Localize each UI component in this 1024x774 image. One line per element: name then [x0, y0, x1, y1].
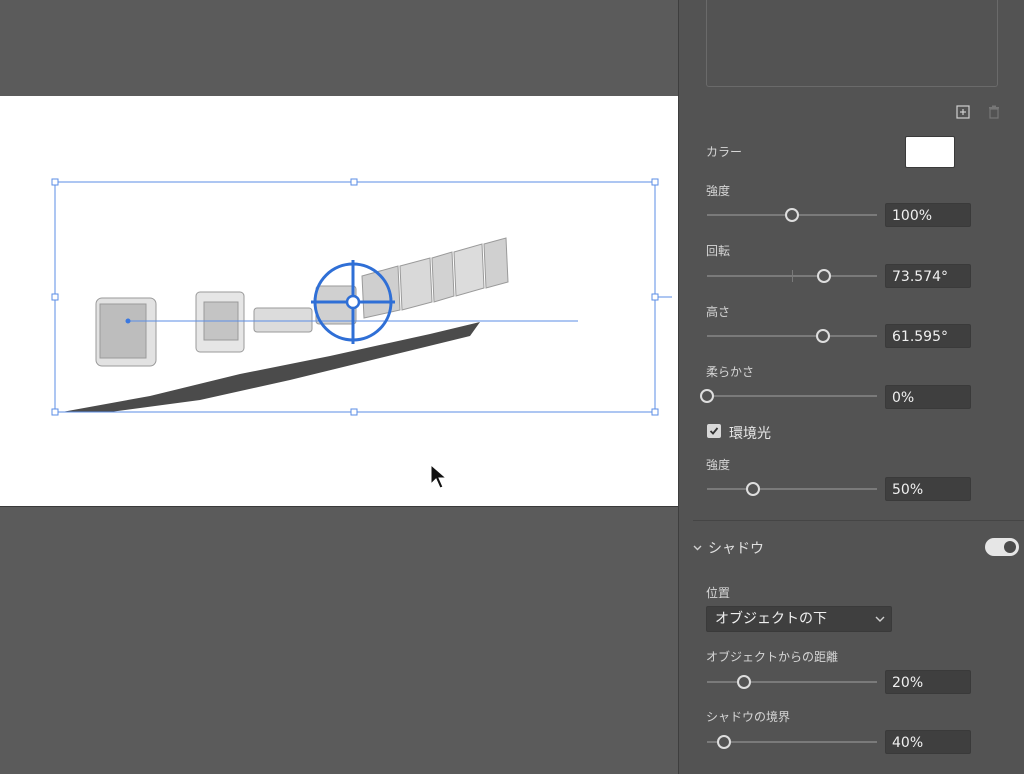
rotation-slider[interactable] — [707, 269, 877, 283]
checkmark-icon — [709, 427, 719, 435]
shadow-position-select[interactable]: オブジェクトの下 — [706, 606, 892, 632]
mouse-cursor-icon — [430, 464, 448, 489]
shadow-distance-label: オブジェクトからの距離 — [706, 650, 839, 664]
intensity-slider[interactable] — [707, 208, 877, 222]
shadow-position-label: 位置 — [706, 586, 731, 600]
properties-panel: カラー 強度 100% 回転 73.574° 高さ 61.595° 柔らかさ 0… — [678, 0, 1024, 774]
ambient-intensity-value[interactable]: 50% — [885, 477, 971, 501]
intensity-label: 強度 — [706, 184, 731, 198]
rotation-label: 回転 — [706, 244, 731, 258]
artwork-3d-text[interactable] — [0, 96, 678, 506]
shadow-distance-slider[interactable] — [707, 675, 877, 689]
ambient-light-checkbox[interactable] — [707, 424, 721, 438]
intensity-value[interactable]: 100% — [885, 203, 971, 227]
artboard[interactable] — [0, 96, 678, 507]
shadow-position-value: オブジェクトの下 — [715, 611, 827, 627]
ambient-intensity-label: 強度 — [706, 458, 731, 472]
section-divider — [693, 520, 1024, 521]
softness-slider[interactable] — [700, 389, 877, 403]
shadow-section-header[interactable]: シャドウ — [693, 538, 764, 558]
shadow-boundary-slider[interactable] — [707, 735, 877, 749]
light-preset-box[interactable] — [706, 0, 998, 87]
rotation-value[interactable]: 73.574° — [885, 264, 971, 288]
artwork-letters — [95, 237, 509, 367]
shadow-boundary-label: シャドウの境界 — [706, 710, 791, 724]
height-value[interactable]: 61.595° — [885, 324, 971, 348]
chevron-down-icon — [875, 616, 885, 622]
height-slider[interactable] — [707, 329, 877, 343]
height-label: 高さ — [706, 305, 731, 319]
softness-value[interactable]: 0% — [885, 385, 971, 409]
chevron-down-icon — [693, 545, 702, 551]
ambient-intensity-slider[interactable] — [707, 482, 877, 496]
color-swatch[interactable] — [905, 136, 955, 168]
color-label: カラー — [706, 145, 743, 159]
add-light-icon[interactable] — [955, 104, 971, 120]
softness-label: 柔らかさ — [706, 365, 755, 379]
shadow-distance-value[interactable]: 20% — [885, 670, 971, 694]
shadow-toggle[interactable] — [985, 538, 1019, 556]
shadow-boundary-value[interactable]: 40% — [885, 730, 971, 754]
ambient-light-label[interactable]: 環境光 — [729, 423, 771, 443]
trash-icon[interactable] — [986, 104, 1002, 120]
canvas-area[interactable] — [0, 0, 678, 774]
shadow-section-label: シャドウ — [708, 541, 764, 557]
